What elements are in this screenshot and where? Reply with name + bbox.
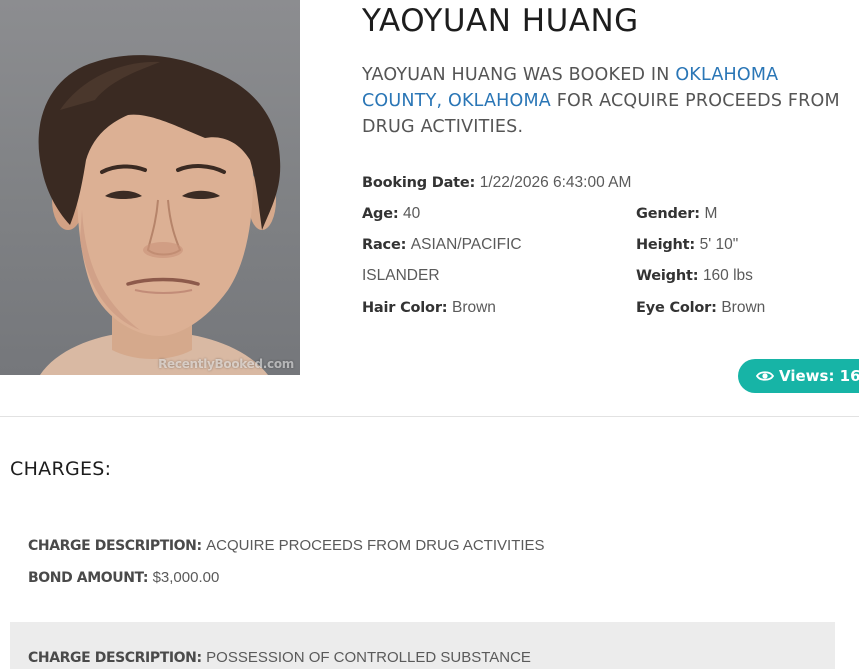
hair-color-value: Brown <box>451 299 496 316</box>
weight-label: Weight: <box>636 268 699 284</box>
booking-date-row: Booking Date: 1/22/2026 6:43:00 AM <box>362 174 631 192</box>
views-count: Views: 16 <box>779 367 859 385</box>
race-row: Race: ASIAN/PACIFIC <box>362 236 522 254</box>
gender-row: Gender: M <box>636 205 717 223</box>
height-value: 5' 10" <box>699 236 739 253</box>
age-value: 40 <box>403 205 421 222</box>
gender-label: Gender: <box>636 206 700 222</box>
eye-color-row: Eye Color: Brown <box>636 299 765 317</box>
inmate-name: YAOYUAN HUANG <box>362 3 639 39</box>
charge-description-label: CHARGE DESCRIPTION: <box>28 650 202 666</box>
booking-date-value: 1/22/2026 6:43:00 AM <box>479 174 632 191</box>
race-value-continued: ISLANDER <box>362 267 440 284</box>
views-badge: Views: 16 <box>738 359 859 393</box>
bond-amount-value: $3,000.00 <box>152 569 220 586</box>
height-label: Height: <box>636 237 695 253</box>
charges-heading: CHARGES: <box>10 458 112 480</box>
race-label: Race: <box>362 237 407 253</box>
watermark-logo: RecentlyBooked.com <box>158 357 294 371</box>
charge-item: CHARGE DESCRIPTION: POSSESSION OF CONTRO… <box>10 622 835 669</box>
mugshot-photo: RecentlyBooked.com <box>0 0 300 375</box>
booking-page: RecentlyBooked.com YAOYUAN HUANG YAOYUAN… <box>0 0 859 669</box>
eye-color-value: Brown <box>721 299 766 316</box>
eye-icon <box>756 371 774 381</box>
charge-description-value: POSSESSION OF CONTROLLED SUBSTANCE <box>206 649 531 666</box>
booking-summary: YAOYUAN HUANG WAS BOOKED IN OKLAHOMA COU… <box>362 62 857 140</box>
weight-row: Weight: 160 lbs <box>636 267 753 285</box>
race-row-continued: ISLANDER <box>362 267 440 285</box>
race-value: ASIAN/PACIFIC <box>410 236 522 253</box>
height-row: Height: 5' 10" <box>636 236 738 254</box>
booking-date-label: Booking Date: <box>362 175 476 191</box>
charge-description-line: CHARGE DESCRIPTION: ACQUIRE PROCEEDS FRO… <box>28 530 835 562</box>
section-divider <box>0 416 859 417</box>
charge-description-line: CHARGE DESCRIPTION: POSSESSION OF CONTRO… <box>28 642 835 669</box>
weight-value: 160 lbs <box>702 267 753 284</box>
charge-description-value: ACQUIRE PROCEEDS FROM DRUG ACTIVITIES <box>206 537 545 554</box>
gender-value: M <box>704 205 718 222</box>
bond-amount-label: BOND AMOUNT: <box>28 570 149 586</box>
summary-prefix: YAOYUAN HUANG WAS BOOKED IN <box>362 65 670 85</box>
bond-amount-line: BOND AMOUNT: $3,000.00 <box>28 562 835 594</box>
age-label: Age: <box>362 206 399 222</box>
eye-color-label: Eye Color: <box>636 300 717 316</box>
age-row: Age: 40 <box>362 205 420 223</box>
hair-color-label: Hair Color: <box>362 300 448 316</box>
hair-color-row: Hair Color: Brown <box>362 299 496 317</box>
charge-item: CHARGE DESCRIPTION: ACQUIRE PROCEEDS FRO… <box>10 530 835 592</box>
charge-description-label: CHARGE DESCRIPTION: <box>28 538 202 554</box>
mugshot-image <box>38 55 281 375</box>
